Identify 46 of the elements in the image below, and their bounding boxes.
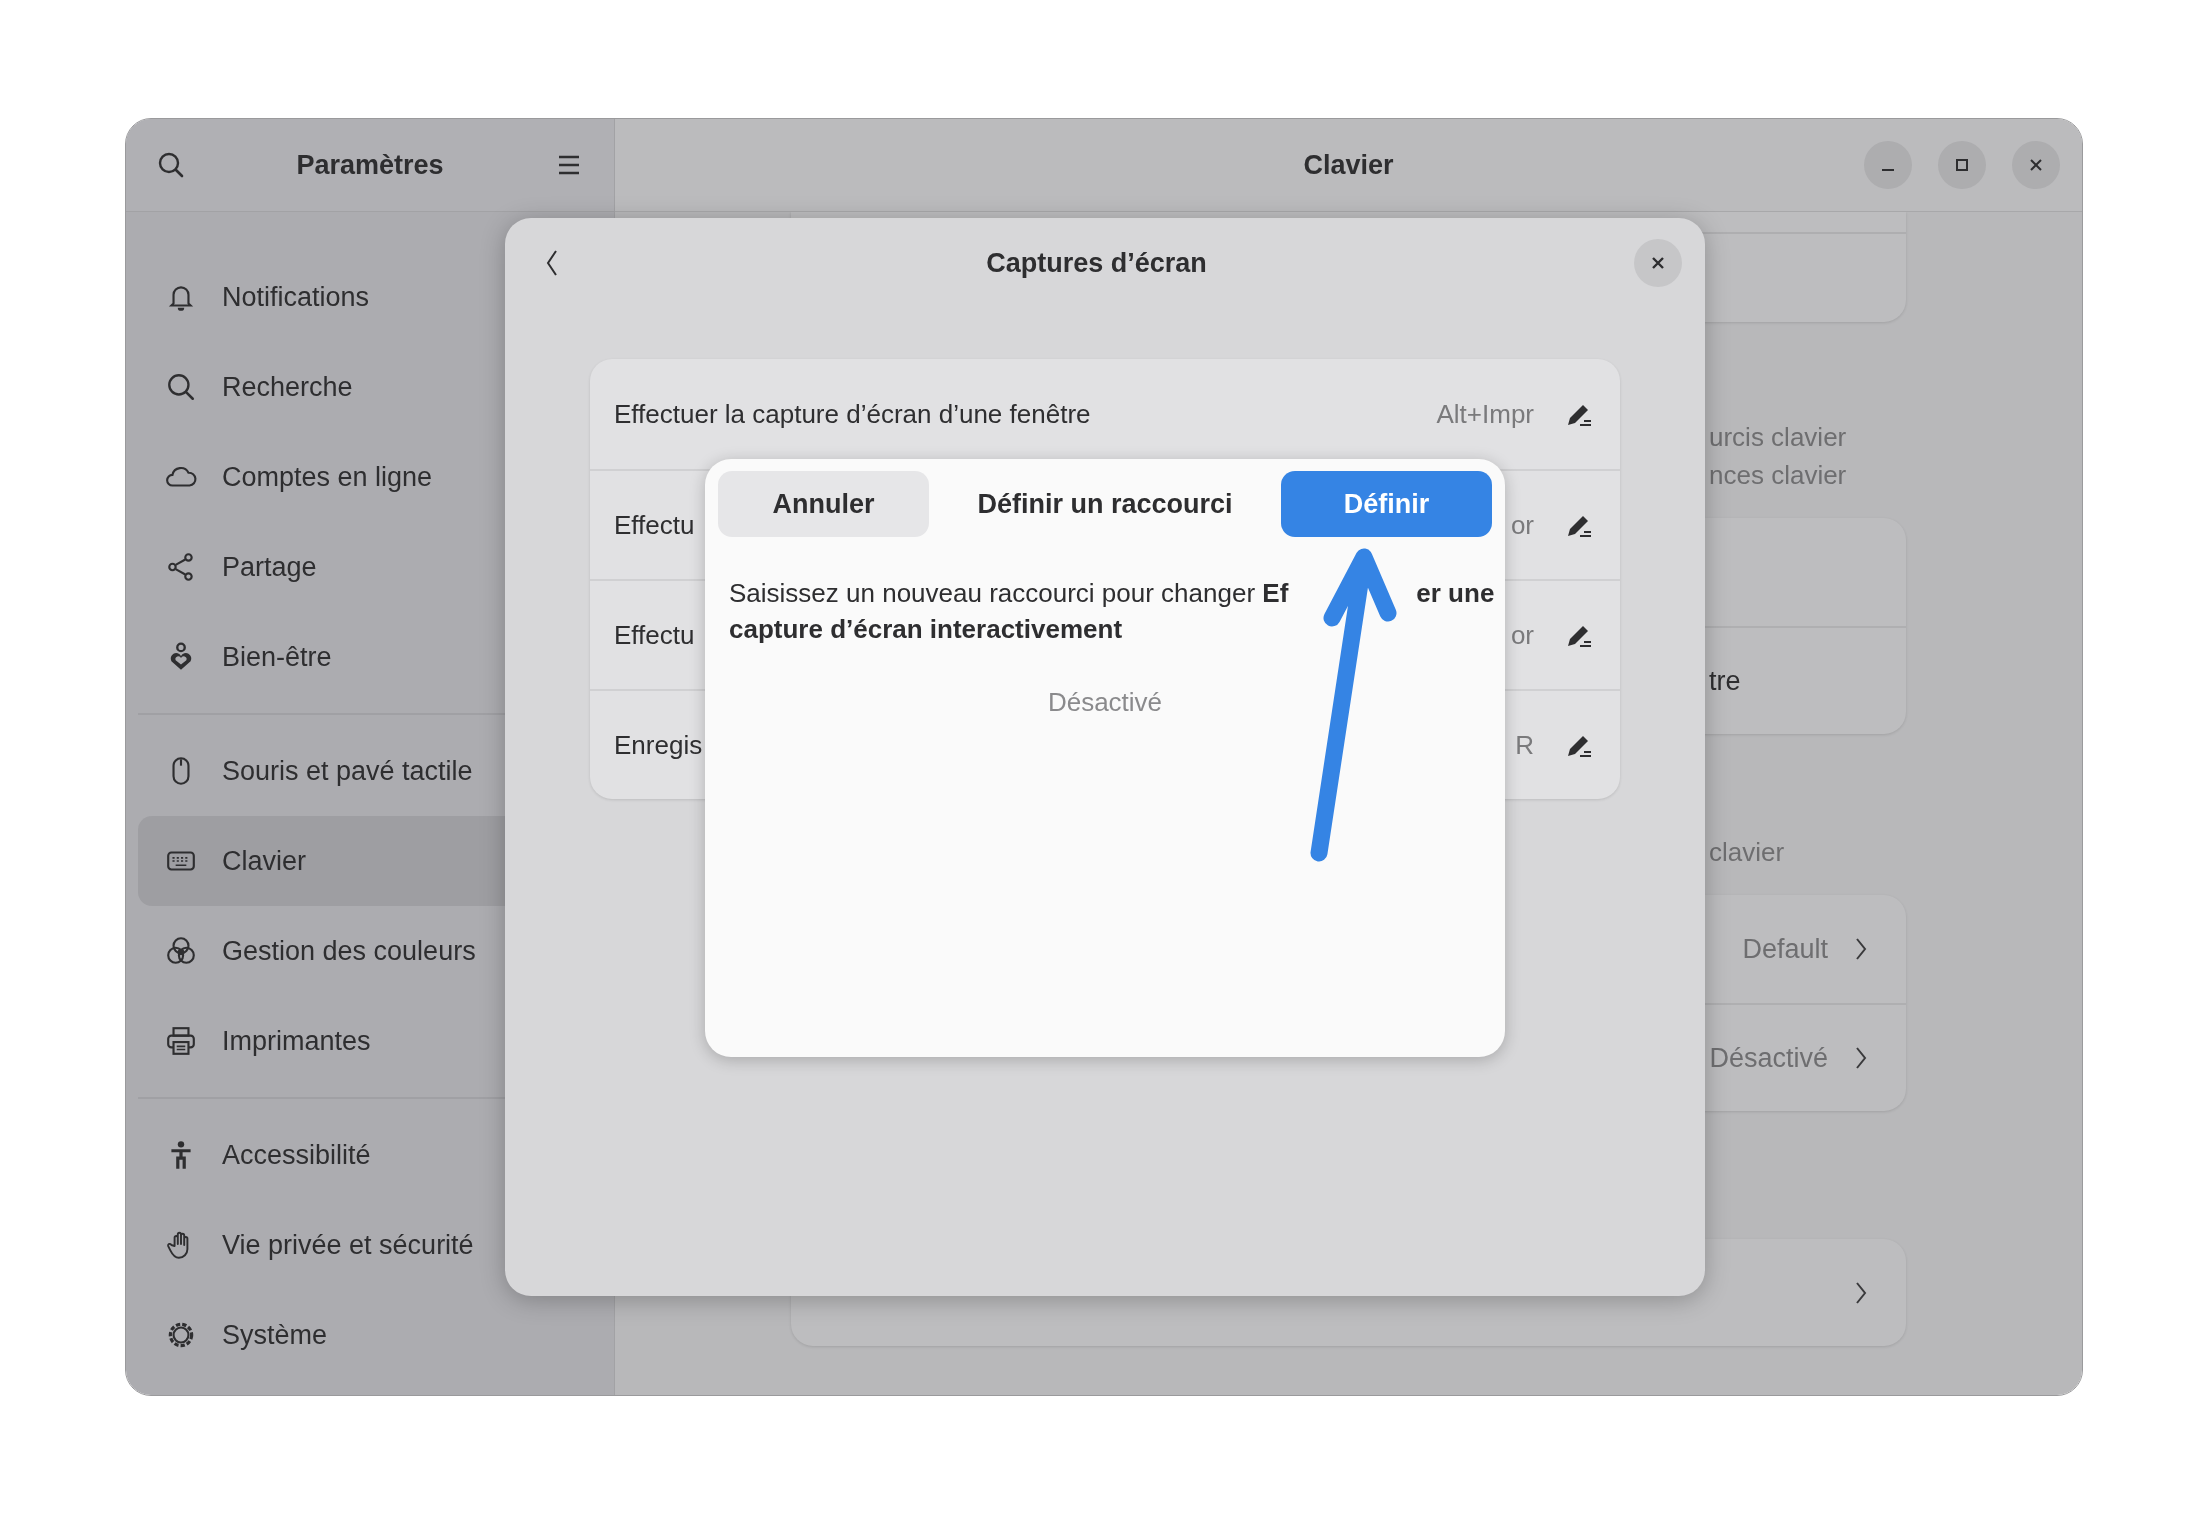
section-label: clavier (1708, 836, 1786, 869)
close-button[interactable] (1634, 239, 1682, 287)
shortcut-name: Effectu (614, 619, 695, 651)
shortcut-keys: Alt+Impr (1436, 398, 1534, 430)
minimize-icon (1882, 169, 1894, 171)
sidebar-item[interactable]: Souris et pavé tactile (138, 726, 602, 816)
sidebar-item[interactable]: Système (138, 1290, 602, 1380)
sidebar-item[interactable]: Recherche (138, 342, 602, 432)
cancel-button[interactable]: Annuler (718, 471, 929, 537)
back-icon[interactable] (545, 248, 559, 278)
set-button[interactable]: Définir (1281, 471, 1492, 537)
close-button[interactable] (2012, 141, 2060, 189)
sidebar-item[interactable]: Imprimantes (138, 996, 602, 1086)
color-circles-icon (165, 935, 197, 967)
section-label: urcis clavier (1709, 421, 1848, 454)
shortcut-keys: or (1510, 619, 1534, 651)
sidebar-item[interactable]: Comptes en ligne (138, 432, 602, 522)
shortcut-keys: or (1510, 509, 1534, 541)
search-icon (165, 371, 197, 403)
sidebar-item[interactable]: Partage (138, 522, 602, 612)
instruction-text: capture d’écran interactivement (729, 613, 1123, 646)
sidebar-item[interactable]: Bien-être (138, 612, 602, 702)
chevron-right-icon[interactable] (1854, 1045, 1868, 1071)
section-label: nces clavier (1709, 459, 1848, 492)
instruction-text: er une (1416, 577, 1495, 610)
row-value: Désactivé (1709, 1042, 1828, 1074)
shortcut-name: Effectu (614, 509, 695, 541)
shortcut-name: Effectuer la capture d’écran d’une fenêtre (614, 398, 1091, 430)
sidebar-title: Paramètres (296, 149, 444, 181)
shortcut-keys: R (1515, 729, 1534, 761)
sidebar-item[interactable]: Vie privée et sécurité (138, 1200, 602, 1290)
instruction-text: Saisissez un nouveau raccourci pour changer Ef (729, 577, 1289, 610)
row-label: tre (1709, 665, 1741, 697)
search-icon[interactable] (156, 150, 186, 180)
chevron-right-icon[interactable] (1854, 936, 1868, 962)
row-value: Default (1742, 933, 1828, 965)
maximize-button[interactable] (1938, 141, 1986, 189)
sidebar-item[interactable]: Gestion des couleurs (138, 906, 602, 996)
printer-icon (165, 1025, 197, 1057)
window-title: Clavier (1303, 149, 1394, 181)
sidebar-item[interactable]: Notifications (138, 252, 602, 342)
dialog-title: Définir un raccourci (977, 488, 1233, 520)
shortcut-status: Désactivé (1047, 687, 1163, 718)
dialog-title: Captures d’écran (986, 247, 1207, 279)
shortcut-name: Enregis (614, 729, 703, 761)
sidebar-item[interactable]: Accessibilité (138, 1110, 602, 1200)
